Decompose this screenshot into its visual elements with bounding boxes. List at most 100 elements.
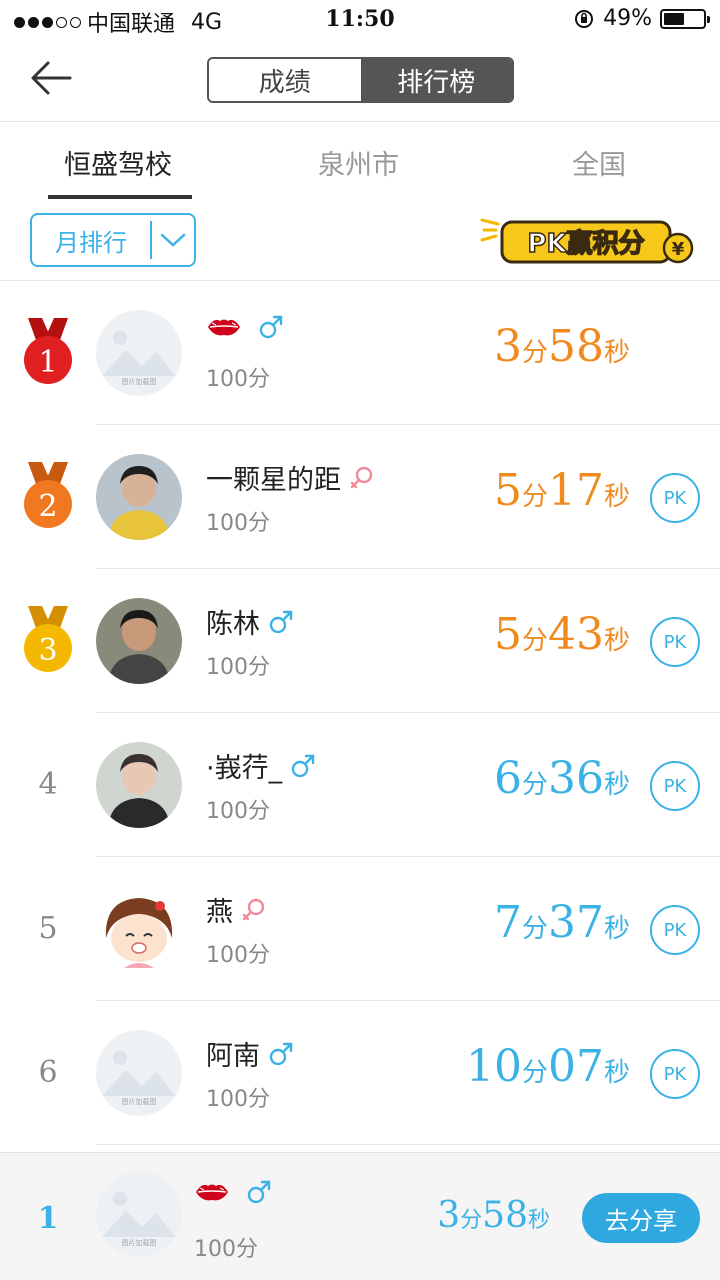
pk-banner-text: PK赢积分	[527, 228, 644, 259]
segment-scores[interactable]: 成绩	[209, 59, 361, 101]
male-gender-icon	[291, 754, 315, 777]
lips-icon	[196, 1184, 228, 1201]
pk-button[interactable]: PK	[650, 905, 700, 955]
exam-time: 5分17秒	[494, 465, 630, 516]
time-sec-unit: 秒	[603, 770, 630, 800]
time-minutes: 3	[493, 321, 522, 372]
female-gender-icon	[350, 466, 373, 488]
time-min-unit: 分	[521, 914, 548, 944]
time-sec-unit: 秒	[603, 914, 630, 944]
user-name-line: ·峩荇_	[206, 746, 316, 785]
rank-row[interactable]: 3 陈林 100分 5分43秒 PK	[0, 569, 720, 713]
my-time-seconds: 58	[482, 1195, 528, 1236]
pk-button[interactable]: PK	[650, 761, 700, 811]
rank-row[interactable]: 2 一颗星的距 100分 5分17秒 PK	[0, 425, 720, 569]
back-arrow-icon	[31, 61, 72, 95]
exam-time: 7分37秒	[494, 897, 630, 948]
user-name: 阿南	[206, 1041, 260, 1072]
user-avatar[interactable]: 图片加载图	[96, 310, 182, 396]
battery-percent: 49%	[603, 6, 652, 31]
male-gender-icon	[259, 315, 283, 339]
time-seconds: 36	[547, 753, 604, 804]
my-time-min-unit: 分	[460, 1208, 483, 1233]
default-avatar-icon: 图片加载图	[96, 1030, 182, 1116]
time-minutes: 10	[465, 1041, 522, 1092]
pk-button[interactable]: PK	[650, 473, 700, 523]
exam-time: 10分07秒	[466, 1041, 630, 1092]
pk-button[interactable]: PK	[650, 1049, 700, 1099]
rank-row[interactable]: 6 图片加载图 阿南 100分 10分07秒 PK	[0, 1001, 720, 1145]
rank-row[interactable]: 5 燕 100分 7分37秒 PK	[0, 857, 720, 1001]
time-min-unit: 分	[521, 482, 548, 512]
time-sec-unit: 秒	[603, 482, 630, 512]
male-gender-icon	[247, 1180, 271, 1204]
rank-row[interactable]: 4 ·峩荇_ 100分 6分36秒 PK	[0, 713, 720, 857]
rank-row[interactable]: 1 图片加载图 100分 3分58秒	[0, 281, 720, 425]
svg-text:图片加载图: 图片加载图	[122, 1097, 157, 1106]
time-seconds: 17	[547, 465, 604, 516]
cartoon-avatar	[96, 886, 182, 972]
user-avatar[interactable]: 图片加载图	[96, 1030, 182, 1116]
user-avatar[interactable]	[96, 454, 182, 540]
rank-number: 5	[38, 911, 58, 946]
user-points: 100分	[206, 655, 270, 680]
lips-icon	[208, 319, 240, 336]
time-sec-unit: 秒	[603, 626, 630, 656]
user-points: 100分	[206, 367, 270, 392]
user-points: 100分	[206, 799, 270, 824]
period-filter-dropdown[interactable]: 月排行	[30, 213, 196, 267]
segment-control: 成绩 排行榜	[207, 57, 514, 103]
share-button[interactable]: 去分享	[582, 1193, 700, 1243]
nav-bar: 成绩 排行榜	[0, 40, 720, 122]
user-name: 燕	[206, 897, 233, 928]
svg-text:图片加载图: 图片加载图	[122, 1238, 157, 1247]
time-minutes: 5	[493, 465, 522, 516]
svg-text:图片加载图: 图片加载图	[122, 377, 157, 386]
male-gender-icon	[269, 610, 293, 633]
orientation-lock-icon	[575, 9, 594, 28]
user-avatar[interactable]	[96, 886, 182, 972]
tab-school[interactable]: 恒盛驾校	[64, 143, 172, 182]
time-min-unit: 分	[521, 338, 548, 368]
pk-button[interactable]: PK	[650, 617, 700, 667]
my-rank-bar: 1 图片加载图 100分 3分58秒 去分享	[0, 1152, 720, 1280]
female-gender-icon	[242, 898, 265, 920]
user-points: 100分	[206, 1087, 270, 1112]
time-minutes: 7	[493, 897, 522, 948]
user-points: 100分	[206, 943, 270, 968]
male-gender-icon	[269, 1042, 293, 1065]
tab-national[interactable]: 全国	[572, 143, 626, 182]
active-tab-indicator	[48, 195, 192, 199]
time-seconds: 07	[547, 1041, 604, 1092]
time-min-unit: 分	[521, 770, 548, 800]
user-name-line: 陈林	[206, 602, 294, 641]
user-avatar[interactable]	[96, 598, 182, 684]
time-seconds: 37	[547, 897, 604, 948]
user-name-line: 燕	[206, 890, 267, 929]
svg-text:2: 2	[38, 489, 57, 524]
time-min-unit: 分	[521, 626, 548, 656]
rank-number: 4	[38, 767, 58, 802]
pk-earn-points-banner[interactable]: PK赢积分 ¥	[478, 208, 702, 268]
back-button[interactable]	[28, 58, 74, 98]
svg-text:¥: ¥	[672, 239, 685, 260]
segment-ranking[interactable]: 排行榜	[360, 59, 512, 101]
my-name	[194, 1179, 272, 1205]
user-avatar[interactable]	[96, 742, 182, 828]
default-avatar-icon: 图片加载图	[96, 1171, 182, 1257]
time-minutes: 5	[493, 609, 522, 660]
tab-city[interactable]: 泉州市	[318, 143, 399, 182]
svg-text:1: 1	[38, 345, 57, 380]
my-time-minutes: 3	[437, 1195, 461, 1236]
user-name: ·峩荇_	[206, 753, 283, 784]
user-points: 100分	[206, 511, 270, 536]
user-name: 陈林	[206, 609, 260, 640]
time-sec-unit: 秒	[603, 1058, 630, 1088]
time-min-unit: 分	[521, 1058, 548, 1088]
my-rank-number: 1	[37, 1201, 59, 1236]
battery-icon	[660, 8, 710, 29]
rank-number: 6	[38, 1055, 58, 1090]
exam-time: 6分36秒	[494, 753, 630, 804]
my-avatar: 图片加载图	[96, 1171, 182, 1257]
time-minutes: 6	[493, 753, 522, 804]
